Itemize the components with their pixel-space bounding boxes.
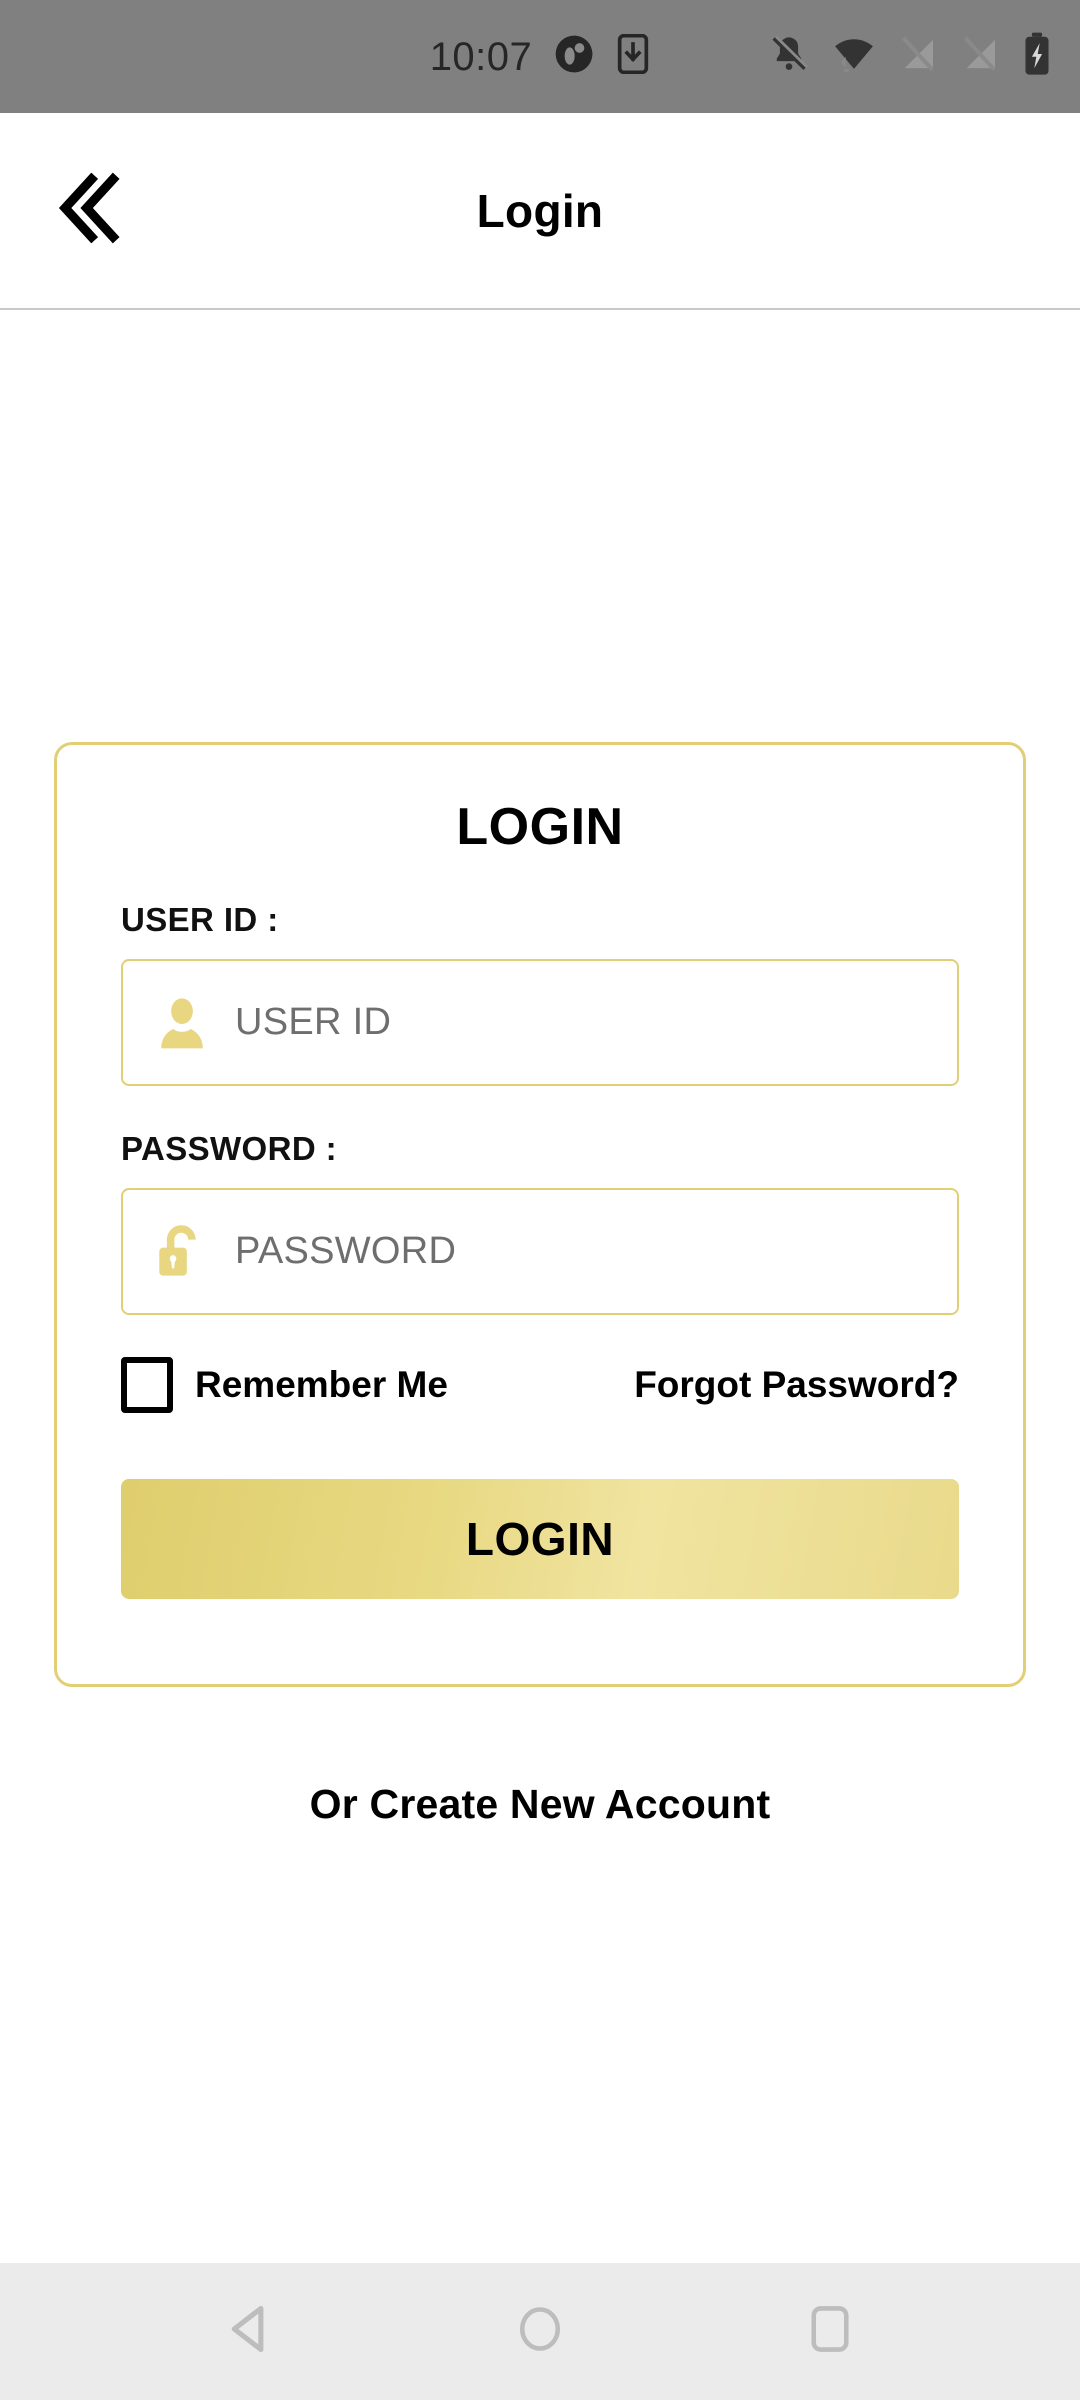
do-not-disturb-icon <box>554 34 594 79</box>
user-id-label: USER ID : <box>121 901 279 938</box>
double-chevron-left-icon <box>49 165 135 256</box>
nav-recents-button[interactable] <box>775 2277 885 2387</box>
square-recents-icon <box>806 2303 854 2360</box>
login-card-heading: LOGIN <box>456 798 624 856</box>
app-bar: Login <box>0 113 1080 310</box>
user-id-placeholder: USER ID <box>235 1001 392 1043</box>
remember-me-checkbox[interactable] <box>121 1357 173 1413</box>
signal-off-sim2-icon <box>960 33 1000 80</box>
signal-off-sim1-icon <box>898 33 938 80</box>
triangle-back-icon <box>221 2300 279 2363</box>
login-screen: 10:07 Login LOGIN USER ID: USER ID PASS… <box>0 0 1080 2400</box>
download-to-device-icon <box>616 33 650 79</box>
options-row: Remember Me Forgot Password? <box>121 1357 959 1413</box>
remember-me-label: Remember Me <box>195 1364 448 1405</box>
password-label: PASSWORD : <box>121 1130 338 1167</box>
password-placeholder: PASSWORD <box>235 1230 457 1272</box>
person-icon <box>151 992 213 1054</box>
password-input[interactable]: PASSWORD <box>121 1188 959 1315</box>
back-button[interactable] <box>44 163 140 259</box>
wifi-icon <box>832 33 876 80</box>
battery-charging-icon <box>1022 32 1052 81</box>
forgot-password-link[interactable]: Forgot Password? <box>634 1364 959 1406</box>
android-nav-bar <box>0 2263 1080 2400</box>
login-button[interactable]: LOGIN <box>121 1479 959 1599</box>
notifications-off-icon <box>768 33 810 80</box>
unlocked-padlock-icon <box>151 1221 213 1283</box>
login-card: LOGIN USER ID : USER ID PASSWORD : PASSW… <box>54 742 1026 1687</box>
status-bar: 10:07 <box>0 0 1080 113</box>
nav-home-button[interactable] <box>485 2277 595 2387</box>
create-account-link[interactable]: Or Create New Account <box>0 1781 1080 1828</box>
status-bar-right-group <box>768 0 1052 113</box>
page-title: Login <box>476 184 604 237</box>
nav-back-button[interactable] <box>195 2277 305 2387</box>
status-bar-clock: 10:07 <box>429 34 533 79</box>
remember-me-control[interactable]: Remember Me <box>121 1357 448 1413</box>
circle-home-icon <box>514 2303 566 2360</box>
user-id-input[interactable]: USER ID <box>121 959 959 1086</box>
